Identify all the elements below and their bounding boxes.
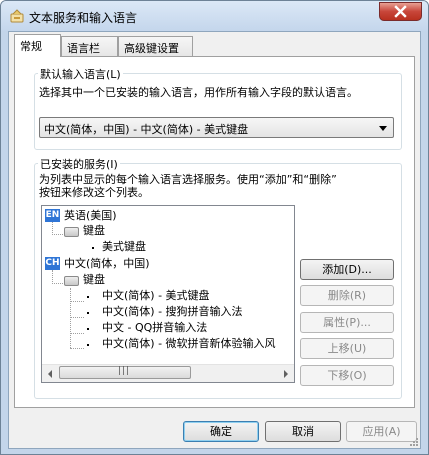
- apply-label: 应用(A): [362, 425, 401, 438]
- tree-item-label: 键盘: [83, 273, 105, 286]
- tree-connector: [52, 270, 53, 284]
- installed-services-description-2: 按钮来修改这个列表。: [39, 186, 149, 199]
- tab-general[interactable]: 常规: [14, 34, 61, 57]
- tree-connector: [70, 317, 84, 318]
- scroll-left-button[interactable]: [42, 365, 59, 381]
- properties-button[interactable]: 属性(P)...: [300, 312, 394, 333]
- dropdown-arrow-icon: [379, 126, 387, 131]
- installed-services-group-label: 已安装的服务(I): [38, 156, 120, 172]
- scroll-right-button[interactable]: [277, 365, 294, 381]
- move-down-button[interactable]: 下移(O): [300, 365, 394, 386]
- tab-advanced-label: 高级键设置: [124, 42, 179, 55]
- bullet-icon: [92, 247, 94, 249]
- tree-connector: [70, 348, 84, 349]
- scrollbar-thumb[interactable]: |||: [59, 366, 191, 379]
- installed-services-tree[interactable]: EN 英语(美国) 键盘 美式键盘 CH 中文(简体，中国) 键盘 中文(简体)…: [41, 205, 295, 383]
- tab-general-label: 常规: [20, 40, 42, 53]
- ok-button[interactable]: 确定: [183, 421, 259, 442]
- move-up-button[interactable]: 上移(U): [300, 338, 394, 359]
- bullet-icon: [87, 312, 89, 314]
- tree-item-label: 中文 - QQ拼音输入法: [102, 321, 208, 334]
- tree-connector: [70, 288, 71, 348]
- dialog-window: 文本服务和输入语言 常规 语言栏 高级键设置 确定 取消 应用(A) 默认输入语…: [0, 0, 429, 455]
- cancel-label: 取消: [292, 425, 314, 438]
- language-badge-ch: CH: [45, 257, 60, 270]
- tree-item-label: 中文(简体) - 微软拼音新体验输入风: [102, 337, 276, 350]
- keyboard-icon: [64, 227, 79, 237]
- remove-label: 删除(R): [327, 289, 367, 302]
- remove-button[interactable]: 删除(R): [300, 285, 394, 306]
- bullet-icon: [87, 344, 89, 346]
- cancel-button[interactable]: 取消: [265, 421, 341, 442]
- tab-advanced-key-settings[interactable]: 高级键设置: [118, 36, 193, 56]
- scrollbar-grip: |||: [118, 366, 131, 376]
- arrow-left-icon: [48, 370, 52, 378]
- move-down-label: 下移(O): [327, 369, 367, 382]
- tree-item-label: 键盘: [83, 224, 105, 237]
- ok-label: 确定: [210, 425, 232, 438]
- close-button[interactable]: [379, 2, 422, 21]
- bullet-icon: [87, 328, 89, 330]
- tree-connector: [52, 234, 63, 235]
- title-bar[interactable]: 文本服务和输入语言: [1, 1, 428, 31]
- resize-grip-icon[interactable]: [408, 436, 418, 446]
- add-button[interactable]: 添加(D)...: [300, 259, 394, 280]
- language-badge-en: EN: [45, 209, 60, 222]
- bullet-icon: [87, 296, 89, 298]
- default-language-description: 选择其中一个已安装的输入语言，用作所有输入字段的默认语言。: [39, 86, 358, 99]
- add-label: 添加(D)...: [322, 263, 372, 276]
- default-language-group-label: 默认输入语言(L): [38, 66, 123, 82]
- tab-language-bar[interactable]: 语言栏: [61, 36, 118, 56]
- tree-item-label: 英语(美国): [64, 209, 117, 222]
- default-language-dropdown[interactable]: 中文(简体，中国) - 中文(简体) - 美式键盘: [39, 117, 394, 138]
- properties-label: 属性(P)...: [323, 316, 371, 329]
- tree-connector: [52, 283, 63, 284]
- tree-item-label: 中文(简体，中国): [64, 257, 150, 270]
- text-services-icon: [10, 9, 24, 23]
- default-language-value: 中文(简体，中国) - 中文(简体) - 美式键盘: [44, 123, 249, 136]
- arrow-right-icon: [284, 370, 288, 378]
- tab-language-bar-label: 语言栏: [67, 42, 100, 55]
- horizontal-scrollbar[interactable]: |||: [42, 364, 294, 382]
- tree-connector: [70, 301, 84, 302]
- tree-item-label: 中文(简体) - 美式键盘: [102, 289, 210, 302]
- close-icon: [394, 5, 407, 18]
- move-up-label: 上移(U): [327, 342, 367, 355]
- tree-connector: [70, 333, 84, 334]
- keyboard-icon: [64, 276, 79, 286]
- apply-button[interactable]: 应用(A): [346, 421, 417, 442]
- tree-item-label: 美式键盘: [102, 240, 146, 253]
- tree-item-label: 中文(简体) - 搜狗拼音输入法: [102, 305, 243, 318]
- window-title: 文本服务和输入语言: [29, 11, 138, 25]
